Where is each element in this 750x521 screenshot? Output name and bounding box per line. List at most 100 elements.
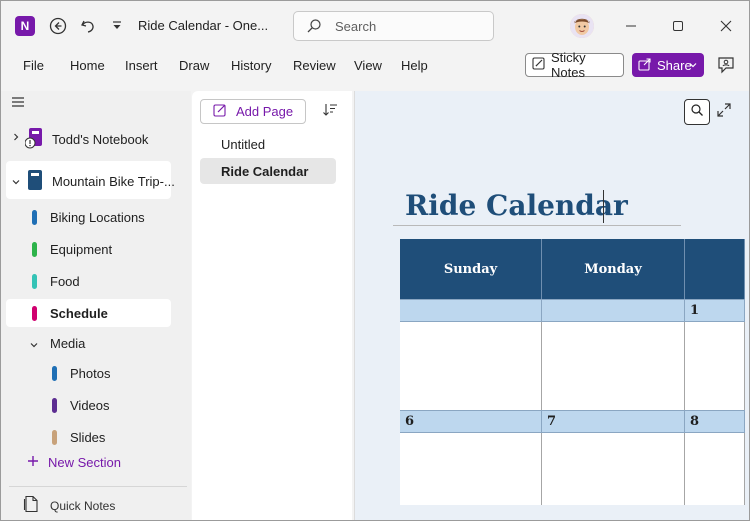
avatar[interactable] — [570, 14, 594, 38]
search-icon — [306, 18, 322, 39]
notebook-mountain-bike-trip[interactable]: Mountain Bike Trip-... — [6, 161, 175, 199]
date-number: 1 — [690, 303, 700, 318]
menu-draw[interactable]: Draw — [179, 58, 209, 73]
calendar-day-cell[interactable] — [400, 322, 542, 410]
section-label: Slides — [70, 430, 106, 445]
menu-history[interactable]: History — [231, 58, 271, 73]
page-item-ride-calendar[interactable]: Ride Calendar — [200, 158, 336, 184]
section-videos[interactable]: Videos — [6, 391, 171, 419]
onenote-window: N Ride Calendar - One... Search File Hom… — [0, 0, 750, 521]
minimize-icon[interactable] — [618, 14, 644, 38]
search-input[interactable]: Search — [293, 11, 494, 41]
calendar-date-cell[interactable]: 8 — [685, 410, 745, 433]
chevron-down-icon[interactable] — [29, 338, 39, 353]
title-underline — [393, 225, 681, 226]
sticky-note-icon — [532, 57, 545, 73]
section-color-tab — [32, 274, 37, 289]
calendar-header-tuesday[interactable] — [685, 239, 745, 299]
section-schedule[interactable]: Schedule — [6, 299, 171, 327]
calendar-day-cell[interactable] — [542, 433, 685, 505]
menu-insert[interactable]: Insert — [125, 58, 158, 73]
section-photos[interactable]: Photos — [6, 359, 171, 387]
sidebar-divider — [9, 486, 187, 487]
calendar-date-cell[interactable] — [542, 299, 685, 322]
calendar-header-sunday[interactable]: Sunday — [400, 239, 542, 299]
search-icon — [690, 103, 704, 122]
maximize-icon[interactable] — [665, 14, 691, 38]
notebook-todds[interactable]: Todd's Notebook — [1, 125, 171, 151]
menu-review[interactable]: Review — [293, 58, 336, 73]
menu-home[interactable]: Home — [70, 58, 105, 73]
page-label: Untitled — [221, 137, 266, 152]
text-cursor — [603, 190, 604, 223]
sticky-notes-label: Sticky Notes — [551, 50, 586, 80]
section-label: Photos — [70, 366, 111, 381]
section-group-media[interactable]: Media — [6, 329, 171, 357]
page-canvas[interactable]: Ride Calendar Sunday Monday 1 6 7 8 — [354, 91, 749, 520]
quick-notes-button[interactable]: Quick Notes — [23, 495, 115, 516]
feedback-icon[interactable] — [716, 55, 736, 80]
undo-icon[interactable] — [77, 15, 99, 37]
expand-icon[interactable] — [716, 102, 732, 123]
back-icon[interactable] — [47, 15, 69, 37]
sticky-notes-button[interactable]: Sticky Notes — [525, 50, 624, 80]
close-icon[interactable] — [713, 14, 739, 38]
section-color-tab — [32, 306, 37, 321]
calendar-day-cell[interactable] — [542, 322, 685, 410]
window-title: Ride Calendar - One... — [138, 18, 269, 33]
section-label: Biking Locations — [50, 210, 145, 225]
sort-icon[interactable] — [322, 102, 338, 123]
title-bar: N Ride Calendar - One... Search — [1, 1, 749, 51]
chevron-down-icon[interactable] — [688, 58, 698, 73]
new-section-button[interactable]: New Section — [27, 455, 121, 470]
section-label: Equipment — [50, 242, 113, 257]
calendar-date-cell[interactable]: 7 — [542, 410, 685, 433]
quick-notes-icon — [23, 495, 39, 516]
calendar-header-monday[interactable]: Monday — [542, 239, 685, 299]
notebook-label: Todd's Notebook — [52, 132, 149, 147]
customize-quick-access-icon[interactable] — [106, 15, 128, 37]
calendar-day-cell[interactable] — [400, 433, 542, 505]
section-label: Schedule — [50, 306, 108, 321]
section-color-tab — [52, 430, 57, 445]
add-page-label: Add Page — [236, 104, 294, 119]
date-number: 7 — [547, 414, 557, 429]
chevron-down-icon[interactable] — [11, 175, 21, 190]
date-number: 8 — [690, 414, 700, 429]
plus-icon — [27, 455, 39, 470]
new-section-label: New Section — [48, 455, 121, 470]
notebook-label: Mountain Bike Trip-... — [52, 174, 175, 189]
share-icon — [638, 57, 652, 74]
calendar-date-cell[interactable]: 1 — [685, 299, 745, 322]
section-slides[interactable]: Slides — [6, 423, 171, 451]
add-page-icon — [213, 103, 227, 120]
menu-help[interactable]: Help — [401, 58, 428, 73]
menu-view[interactable]: View — [354, 58, 382, 73]
chevron-right-icon[interactable] — [11, 130, 21, 145]
share-button[interactable]: Share — [632, 53, 704, 77]
notebook-sidebar: Todd's Notebook Mountain Bike Trip-... B… — [1, 91, 191, 520]
page-item-untitled[interactable]: Untitled — [200, 131, 336, 157]
calendar-date-cell[interactable] — [400, 299, 542, 322]
section-equipment[interactable]: Equipment — [6, 235, 171, 263]
search-placeholder: Search — [335, 19, 377, 34]
notebook-icon — [27, 169, 43, 194]
section-food[interactable]: Food — [6, 267, 171, 295]
hamburger-menu-icon[interactable] — [11, 95, 25, 113]
calendar-day-cell[interactable] — [685, 322, 745, 410]
page-label: Ride Calendar — [221, 164, 309, 179]
onenote-logo-icon: N — [15, 16, 35, 36]
page-list: Add Page Untitled Ride Calendar — [192, 91, 352, 520]
section-biking-locations[interactable]: Biking Locations — [6, 203, 171, 231]
section-color-tab — [32, 242, 37, 257]
add-page-button[interactable]: Add Page — [200, 99, 306, 124]
section-label: Food — [50, 274, 80, 289]
menu-file[interactable]: File — [23, 58, 44, 73]
quick-notes-label: Quick Notes — [50, 498, 116, 513]
section-label: Videos — [70, 398, 110, 413]
calendar-day-cell[interactable] — [685, 433, 745, 505]
date-number: 6 — [405, 414, 415, 429]
page-search-button[interactable] — [684, 99, 710, 125]
page-title[interactable]: Ride Calendar — [405, 189, 628, 222]
calendar-date-cell[interactable]: 6 — [400, 410, 542, 433]
